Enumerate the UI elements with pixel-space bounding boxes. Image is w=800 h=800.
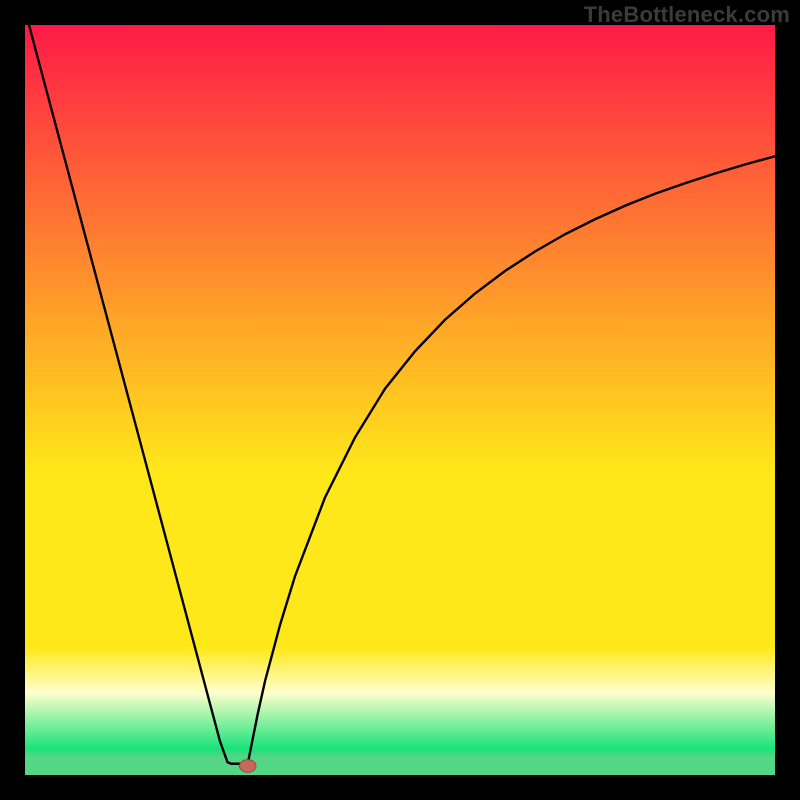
chart-frame: TheBottleneck.com [0, 0, 800, 800]
plot-svg [25, 25, 775, 775]
plot-area [25, 25, 775, 775]
optimal-point-marker [240, 760, 257, 773]
gradient-background [25, 25, 775, 775]
